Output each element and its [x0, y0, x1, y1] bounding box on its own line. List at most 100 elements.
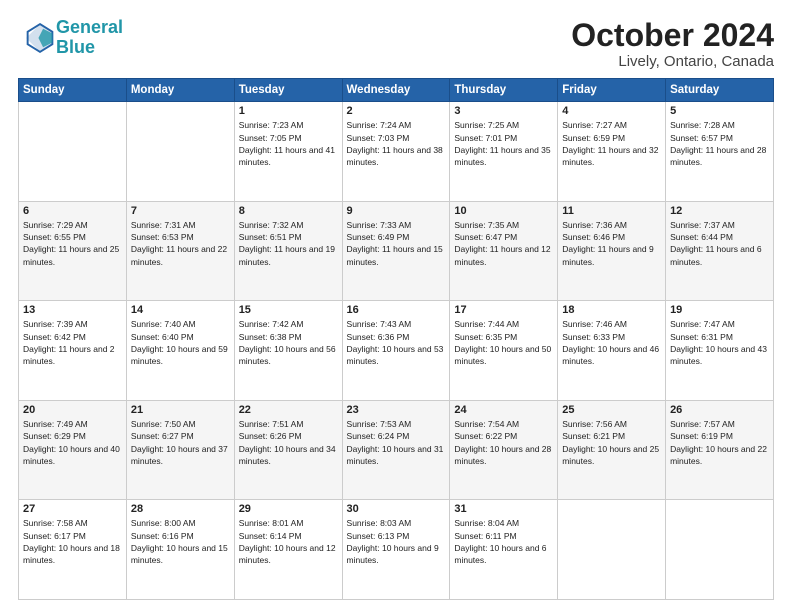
day-info: Sunrise: 7:35 AMSunset: 6:47 PMDaylight:…: [454, 219, 553, 268]
calendar-header-monday: Monday: [126, 79, 234, 102]
day-number: 11: [562, 205, 661, 217]
day-info: Sunrise: 7:27 AMSunset: 6:59 PMDaylight:…: [562, 119, 661, 168]
calendar-cell: 30Sunrise: 8:03 AMSunset: 6:13 PMDayligh…: [342, 500, 450, 600]
day-number: 31: [454, 503, 553, 515]
day-info: Sunrise: 7:49 AMSunset: 6:29 PMDaylight:…: [23, 418, 122, 467]
day-info: Sunrise: 7:51 AMSunset: 6:26 PMDaylight:…: [239, 418, 338, 467]
header: General Blue October 2024 Lively, Ontari…: [18, 18, 774, 70]
logo: General Blue: [18, 18, 123, 58]
day-info: Sunrise: 7:56 AMSunset: 6:21 PMDaylight:…: [562, 418, 661, 467]
calendar-cell: 12 Sunrise: 7:37 AMSunset: 6:44 PMDayligh…: [666, 201, 774, 301]
day-number: 7: [131, 205, 230, 217]
location: Lively, Ontario, Canada: [571, 53, 774, 70]
calendar-cell: 1 Sunrise: 7:23 AMSunset: 7:05 PMDaylight…: [234, 102, 342, 202]
calendar-cell: [19, 102, 127, 202]
day-number: 6: [23, 205, 122, 217]
calendar-cell: [558, 500, 666, 600]
calendar-header-tuesday: Tuesday: [234, 79, 342, 102]
calendar-cell: 11 Sunrise: 7:36 AMSunset: 6:46 PMDayligh…: [558, 201, 666, 301]
calendar-cell: 15 Sunrise: 7:42 AMSunset: 6:38 PMDayligh…: [234, 301, 342, 401]
day-info: Sunrise: 7:40 AMSunset: 6:40 PMDaylight:…: [131, 318, 230, 367]
calendar-table: SundayMondayTuesdayWednesdayThursdayFrid…: [18, 78, 774, 600]
day-number: 17: [454, 304, 553, 316]
calendar-cell: [666, 500, 774, 600]
day-number: 18: [562, 304, 661, 316]
day-number: 16: [347, 304, 446, 316]
day-info: Sunrise: 7:58 AMSunset: 6:17 PMDaylight:…: [23, 517, 122, 566]
calendar-cell: 23Sunrise: 7:53 AMSunset: 6:24 PMDayligh…: [342, 400, 450, 500]
day-number: 1: [239, 105, 338, 117]
calendar-cell: 21 Sunrise: 7:50 AMSunset: 6:27 PMDayligh…: [126, 400, 234, 500]
calendar-header-wednesday: Wednesday: [342, 79, 450, 102]
title-block: October 2024 Lively, Ontario, Canada: [571, 18, 774, 70]
day-number: 5: [670, 105, 769, 117]
calendar-cell: 24 Sunrise: 7:54 AMSunset: 6:22 PMDayligh…: [450, 400, 558, 500]
calendar-cell: 19 Sunrise: 7:47 AMSunset: 6:31 PMDayligh…: [666, 301, 774, 401]
day-number: 22: [239, 404, 338, 416]
calendar-cell: 3 Sunrise: 7:25 AMSunset: 7:01 PMDaylight…: [450, 102, 558, 202]
day-number: 29: [239, 503, 338, 515]
logo-line1: General: [56, 17, 123, 37]
day-number: 10: [454, 205, 553, 217]
day-number: 12: [670, 205, 769, 217]
day-info: Sunrise: 7:36 AMSunset: 6:46 PMDaylight:…: [562, 219, 661, 268]
day-number: 4: [562, 105, 661, 117]
day-number: 21: [131, 404, 230, 416]
day-number: 19: [670, 304, 769, 316]
calendar-cell: 28 Sunrise: 8:00 AMSunset: 6:16 PMDayligh…: [126, 500, 234, 600]
day-number: 27: [23, 503, 122, 515]
day-number: 24: [454, 404, 553, 416]
calendar-cell: 29 Sunrise: 8:01 AMSunset: 6:14 PMDayligh…: [234, 500, 342, 600]
calendar-week-2: 6Sunrise: 7:29 AMSunset: 6:55 PMDaylight…: [19, 201, 774, 301]
day-info: Sunrise: 7:42 AMSunset: 6:38 PMDaylight:…: [239, 318, 338, 367]
day-number: 23: [347, 404, 446, 416]
calendar-cell: 16Sunrise: 7:43 AMSunset: 6:36 PMDayligh…: [342, 301, 450, 401]
calendar-cell: 10 Sunrise: 7:35 AMSunset: 6:47 PMDayligh…: [450, 201, 558, 301]
calendar-cell: 17Sunrise: 7:44 AMSunset: 6:35 PMDayligh…: [450, 301, 558, 401]
calendar-week-1: 1 Sunrise: 7:23 AMSunset: 7:05 PMDaylight…: [19, 102, 774, 202]
calendar-cell: 18 Sunrise: 7:46 AMSunset: 6:33 PMDayligh…: [558, 301, 666, 401]
day-number: 26: [670, 404, 769, 416]
day-info: Sunrise: 8:01 AMSunset: 6:14 PMDaylight:…: [239, 517, 338, 566]
calendar-cell: 13 Sunrise: 7:39 AMSunset: 6:42 PMDayligh…: [19, 301, 127, 401]
day-info: Sunrise: 7:32 AMSunset: 6:51 PMDaylight:…: [239, 219, 338, 268]
day-number: 28: [131, 503, 230, 515]
day-info: Sunrise: 7:23 AMSunset: 7:05 PMDaylight:…: [239, 119, 338, 168]
day-number: 13: [23, 304, 122, 316]
day-number: 30: [347, 503, 446, 515]
day-info: Sunrise: 7:46 AMSunset: 6:33 PMDaylight:…: [562, 318, 661, 367]
day-number: 3: [454, 105, 553, 117]
calendar-cell: 27 Sunrise: 7:58 AMSunset: 6:17 PMDayligh…: [19, 500, 127, 600]
day-number: 2: [347, 105, 446, 117]
page: General Blue October 2024 Lively, Ontari…: [0, 0, 792, 612]
calendar-cell: 22 Sunrise: 7:51 AMSunset: 6:26 PMDayligh…: [234, 400, 342, 500]
calendar-cell: 25Sunrise: 7:56 AMSunset: 6:21 PMDayligh…: [558, 400, 666, 500]
calendar-cell: 26 Sunrise: 7:57 AMSunset: 6:19 PMDayligh…: [666, 400, 774, 500]
calendar-cell: 4 Sunrise: 7:27 AMSunset: 6:59 PMDaylight…: [558, 102, 666, 202]
calendar-week-3: 13 Sunrise: 7:39 AMSunset: 6:42 PMDayligh…: [19, 301, 774, 401]
day-info: Sunrise: 7:57 AMSunset: 6:19 PMDaylight:…: [670, 418, 769, 467]
calendar-week-4: 20 Sunrise: 7:49 AMSunset: 6:29 PMDayligh…: [19, 400, 774, 500]
day-info: Sunrise: 7:47 AMSunset: 6:31 PMDaylight:…: [670, 318, 769, 367]
calendar-cell: [126, 102, 234, 202]
day-info: Sunrise: 7:50 AMSunset: 6:27 PMDaylight:…: [131, 418, 230, 467]
day-info: Sunrise: 7:54 AMSunset: 6:22 PMDaylight:…: [454, 418, 553, 467]
calendar-cell: 31Sunrise: 8:04 AMSunset: 6:11 PMDayligh…: [450, 500, 558, 600]
calendar-cell: 20 Sunrise: 7:49 AMSunset: 6:29 PMDayligh…: [19, 400, 127, 500]
day-info: Sunrise: 8:00 AMSunset: 6:16 PMDaylight:…: [131, 517, 230, 566]
calendar-cell: 7 Sunrise: 7:31 AMSunset: 6:53 PMDaylight…: [126, 201, 234, 301]
day-info: Sunrise: 7:37 AMSunset: 6:44 PMDaylight:…: [670, 219, 769, 268]
day-info: Sunrise: 7:31 AMSunset: 6:53 PMDaylight:…: [131, 219, 230, 268]
day-info: Sunrise: 7:25 AMSunset: 7:01 PMDaylight:…: [454, 119, 553, 168]
day-info: Sunrise: 7:39 AMSunset: 6:42 PMDaylight:…: [23, 318, 122, 367]
day-number: 15: [239, 304, 338, 316]
calendar-cell: 2 Sunrise: 7:24 AMSunset: 7:03 PMDaylight…: [342, 102, 450, 202]
calendar-header-row: SundayMondayTuesdayWednesdayThursdayFrid…: [19, 79, 774, 102]
day-number: 20: [23, 404, 122, 416]
day-info: Sunrise: 7:33 AMSunset: 6:49 PMDaylight:…: [347, 219, 446, 268]
calendar-cell: 14Sunrise: 7:40 AMSunset: 6:40 PMDayligh…: [126, 301, 234, 401]
day-number: 9: [347, 205, 446, 217]
day-info: Sunrise: 7:24 AMSunset: 7:03 PMDaylight:…: [347, 119, 446, 168]
day-info: Sunrise: 7:28 AMSunset: 6:57 PMDaylight:…: [670, 119, 769, 168]
calendar-header-sunday: Sunday: [19, 79, 127, 102]
